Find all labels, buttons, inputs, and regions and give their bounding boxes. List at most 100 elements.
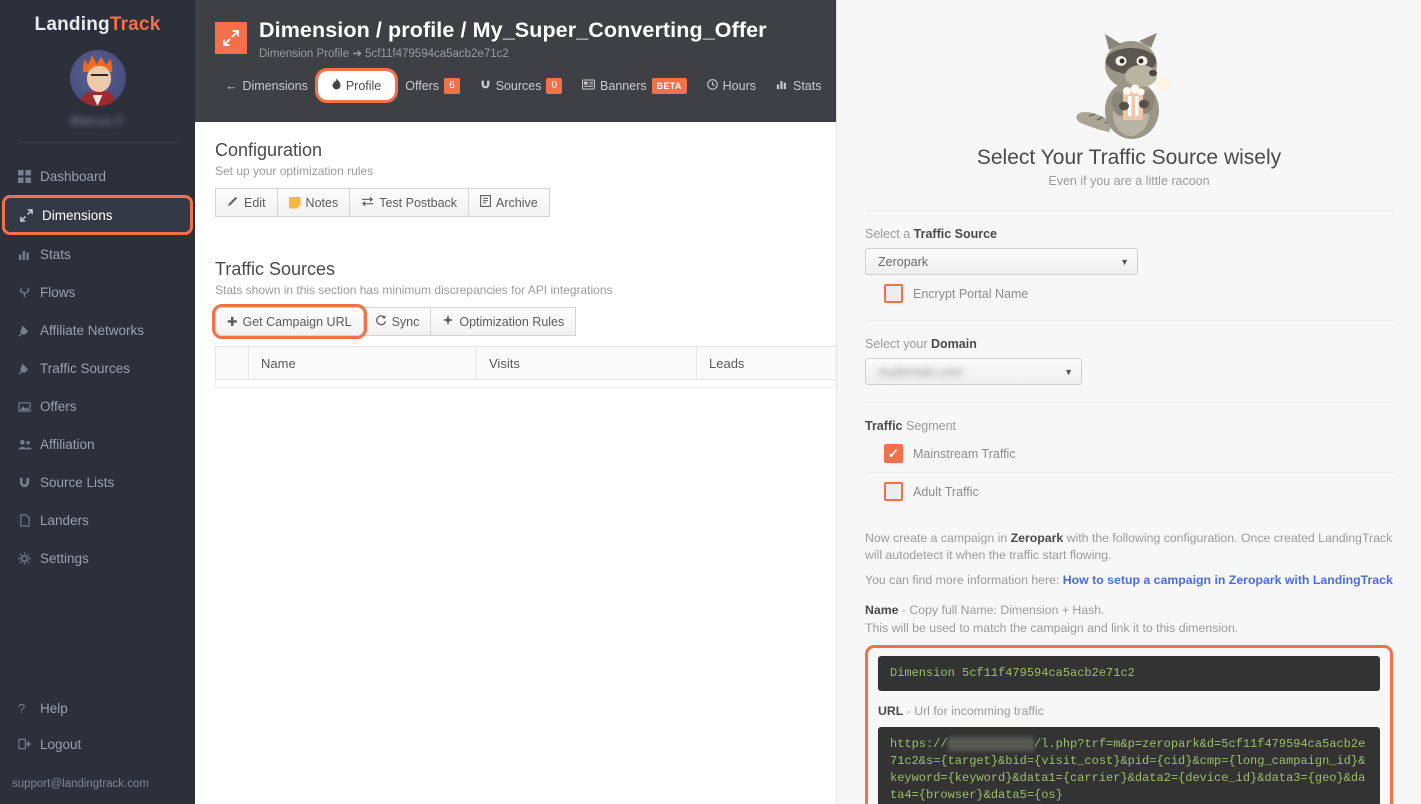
sidebar-item-dashboard[interactable]: Dashboard xyxy=(0,157,195,195)
tab-label: Offers xyxy=(405,78,440,93)
avatar[interactable] xyxy=(69,50,126,106)
support-email[interactable]: support@landingtrack.com xyxy=(0,762,195,794)
adult-traffic-row[interactable]: Adult Traffic xyxy=(865,473,1393,510)
sidebar-item-dimensions[interactable]: Dimensions xyxy=(2,195,193,235)
app-root: LandingTrack Marcus F Dashboard Dimensio… xyxy=(0,0,1421,804)
sidebar-item-landers[interactable]: Landers xyxy=(0,501,195,539)
panel-divider-2 xyxy=(865,402,1393,403)
zeropark-setup-link[interactable]: How to setup a campaign in Zeropark with… xyxy=(1063,573,1393,587)
adult-traffic-checkbox[interactable] xyxy=(884,482,903,501)
table-col-name[interactable]: Name xyxy=(249,346,477,380)
info-2a: You can find more information here: xyxy=(865,573,1063,587)
table-col-leads[interactable]: Leads xyxy=(697,346,836,380)
get-campaign-url-button[interactable]: ✚ Get Campaign URL xyxy=(212,304,367,339)
traffic-source-label-bold: Traffic Source xyxy=(913,227,998,241)
tab-dimensions[interactable]: ← Dimensions xyxy=(215,73,318,99)
button-label: Notes xyxy=(305,195,339,210)
sidebar-item-label: Stats xyxy=(40,246,71,262)
domain-label: Select your Domain xyxy=(865,337,1393,351)
tab-hours[interactable]: Hours xyxy=(697,73,766,99)
traffic-source-select[interactable]: Zeropark ▼ xyxy=(865,248,1138,275)
tab-label: Dimensions xyxy=(242,78,308,93)
sidebar-item-label: Affiliation xyxy=(40,436,95,452)
mainstream-traffic-row[interactable]: ✓ Mainstream Traffic xyxy=(865,435,1393,472)
url-prefix: https:// xyxy=(890,737,948,751)
test-postback-button[interactable]: Test Postback xyxy=(349,188,470,217)
traffic-source-panel: Select Your Traffic Source wisely Even i… xyxy=(836,0,1421,804)
sidebar-item-label: Dashboard xyxy=(40,168,107,184)
name-label-bold: Name xyxy=(865,603,899,617)
button-label: Sync xyxy=(391,314,420,329)
sidebar-item-label: Affiliate Networks xyxy=(40,322,145,338)
tab-sources[interactable]: Sources 0 xyxy=(470,72,572,100)
sidebar-item-stats[interactable]: Stats xyxy=(0,235,195,273)
sidebar-item-source-lists[interactable]: Source Lists xyxy=(0,463,195,501)
domain-select[interactable]: mydomain.com ▼ xyxy=(865,358,1082,385)
raccoon-illustration-wrap xyxy=(837,0,1421,140)
archive-button[interactable]: Archive xyxy=(468,188,550,217)
domain-label-normal: Select your xyxy=(865,337,932,351)
table-col-visits[interactable]: Visits xyxy=(477,346,697,380)
sidebar-item-flows[interactable]: Flows xyxy=(0,273,195,311)
button-label: Archive xyxy=(496,195,538,210)
traffic-segment-label: Traffic Segment xyxy=(865,419,1393,433)
traffic-sources-title: Traffic Sources xyxy=(215,259,336,279)
info-1b: Zeropark xyxy=(1010,531,1064,545)
name-code-block[interactable]: Dimension 5cf11f479594ca5acb2e71c2 xyxy=(878,656,1380,691)
table-body-empty xyxy=(215,380,836,388)
sidebar-username: Marcus F xyxy=(70,114,125,128)
plug-icon xyxy=(18,324,40,337)
brand-logo[interactable]: LandingTrack xyxy=(0,0,195,44)
traffic-source-label: Select a Traffic Source xyxy=(865,227,1393,241)
sidebar-item-label: Flows xyxy=(40,284,76,300)
sidebar-item-label: Help xyxy=(40,700,68,716)
bar-chart-icon xyxy=(776,79,788,93)
sidebar-item-settings[interactable]: Settings xyxy=(0,539,195,577)
chevron-down-icon: ▼ xyxy=(1064,366,1073,377)
panel-heading: Select Your Traffic Source wisely xyxy=(976,146,1282,169)
sidebar-item-affiliate-networks[interactable]: Affiliate Networks xyxy=(0,311,195,349)
url-redacted-domain: mydomain.com xyxy=(947,737,1035,751)
optimization-rules-button[interactable]: Optimization Rules xyxy=(430,307,577,336)
panel-url-label: URL - Url for incomming traffic xyxy=(878,703,1380,720)
tab-profile[interactable]: Profile xyxy=(314,68,399,103)
sidebar-item-help[interactable]: ? Help xyxy=(0,690,195,726)
tab-bar: ← Dimensions Profile Offers 6 Sources 0 … xyxy=(195,68,836,103)
sidebar-item-offers[interactable]: Offers xyxy=(0,387,195,425)
sidebar-item-label: Source Lists xyxy=(40,474,115,490)
mainstream-traffic-checkbox[interactable]: ✓ xyxy=(884,444,903,463)
sidebar-item-logout[interactable]: Logout xyxy=(0,726,195,762)
tab-banners[interactable]: Banners BETA xyxy=(572,72,697,100)
encrypt-portal-row[interactable]: Encrypt Portal Name xyxy=(865,275,1393,312)
tab-stats[interactable]: Stats xyxy=(766,73,832,99)
button-label: Optimization Rules xyxy=(459,314,565,329)
tab-badge: 6 xyxy=(444,77,460,94)
question-icon: ? xyxy=(18,700,26,716)
traffic-source-label-normal: Select a xyxy=(865,227,914,241)
edit-button[interactable]: Edit xyxy=(215,188,278,217)
magnet-icon xyxy=(480,79,491,93)
sidebar-item-label: Settings xyxy=(40,550,89,566)
sync-button[interactable]: Sync xyxy=(362,307,432,336)
url-code-block[interactable]: https://mydomain.com/l.php?trf=m&p=zerop… xyxy=(878,727,1380,804)
sidebar-item-traffic-sources[interactable]: Traffic Sources xyxy=(0,349,195,387)
traffic-segment-label-bold: Traffic xyxy=(865,419,903,433)
notes-button[interactable]: Notes xyxy=(276,188,351,217)
sidebar-divider xyxy=(18,142,177,143)
tab-offers[interactable]: Offers 6 xyxy=(395,72,469,100)
traffic-sources-button-group: ✚ Get Campaign URL Sync Optimization Rul… xyxy=(212,304,836,339)
brand-part-2: Track xyxy=(109,14,161,35)
url-label-rest: - Url for incomming traffic xyxy=(903,704,1044,718)
encrypt-portal-checkbox[interactable] xyxy=(884,284,903,303)
configuration-subtitle: Set up your optimization rules xyxy=(215,164,374,178)
title-row: Dimension / profile / My_Super_Convertin… xyxy=(195,0,836,60)
chevron-down-icon: ▼ xyxy=(1120,256,1129,267)
avatar-wrap: Marcus F xyxy=(0,44,195,128)
flow-branch-icon xyxy=(18,286,40,299)
panel-name-label: Name - Copy full Name: Dimension + Hash. xyxy=(865,602,1393,619)
main-content: Configuration Set up your optimization r… xyxy=(195,122,836,388)
name-label-rest: - Copy full Name: Dimension + Hash. xyxy=(898,603,1105,617)
diamond-icon xyxy=(442,314,454,329)
sidebar-item-affiliation[interactable]: Affiliation xyxy=(0,425,195,463)
